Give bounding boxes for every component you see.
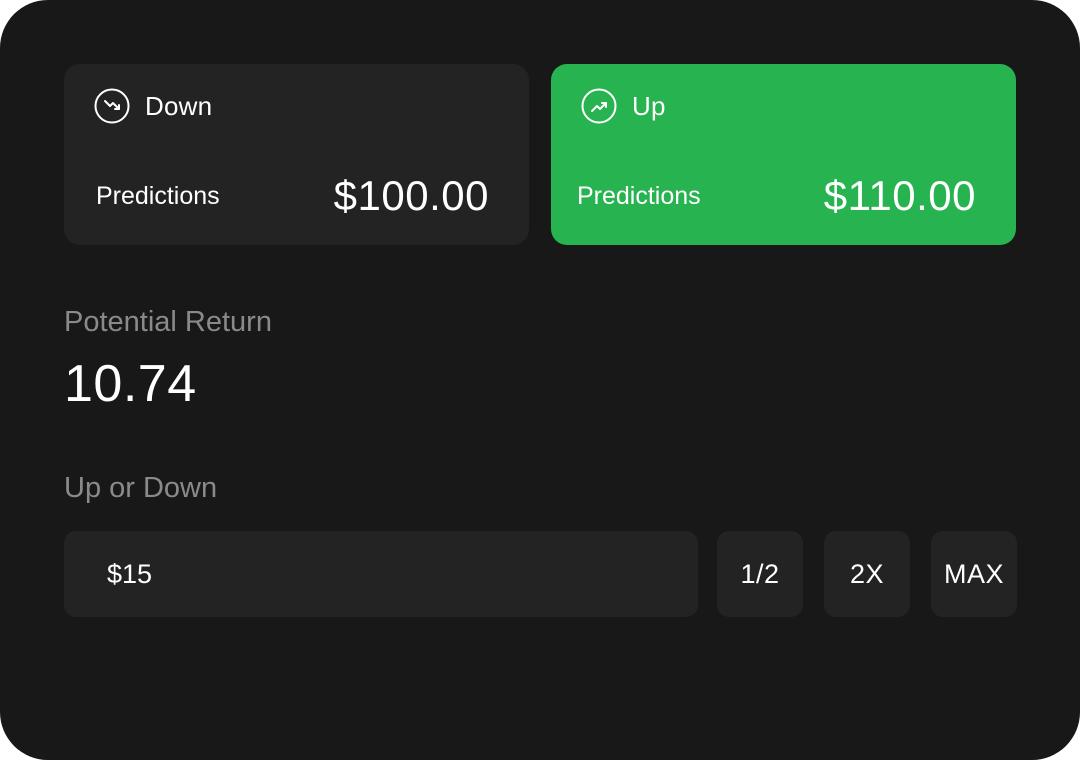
potential-return-value: 10.74 <box>64 355 197 413</box>
max-amount-button[interactable]: MAX <box>931 531 1017 617</box>
up-predictions-value: $110.00 <box>823 172 976 219</box>
down-label: Down <box>145 91 213 121</box>
up-predictions-label: Predictions <box>577 182 701 210</box>
up-label: Up <box>632 91 666 121</box>
amount-input[interactable] <box>64 531 698 617</box>
trend-up-icon <box>581 88 617 124</box>
prediction-panel: Down Predictions $100.00 Up Predictions … <box>0 0 1080 760</box>
down-predictions-label: Predictions <box>96 182 220 210</box>
amount-field[interactable] <box>64 531 698 617</box>
wager-label: Up or Down <box>64 472 218 504</box>
double-amount-button[interactable]: 2X <box>824 531 910 617</box>
trend-down-icon <box>94 88 130 124</box>
down-predictions-value: $100.00 <box>333 172 489 219</box>
potential-return-label: Potential Return <box>64 306 272 338</box>
half-amount-button[interactable]: 1/2 <box>717 531 803 617</box>
down-option-card[interactable]: Down Predictions $100.00 <box>64 64 529 245</box>
up-option-card[interactable]: Up Predictions $110.00 <box>551 64 1016 245</box>
